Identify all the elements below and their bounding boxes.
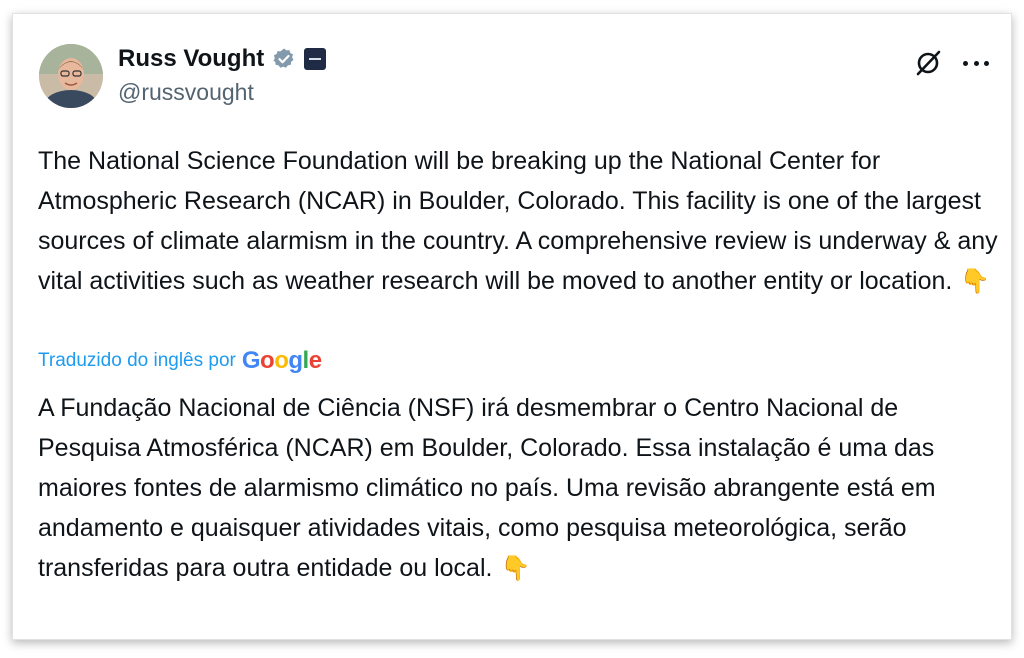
google-letter: g [288,347,303,374]
google-letter: G [241,347,261,374]
pointing-down-emoji-icon: 👇 [500,555,531,582]
more-options-icon[interactable] [963,50,989,76]
google-letter: o [260,347,275,374]
author-name[interactable]: Russ Vought [118,45,264,73]
verified-badge-icon[interactable] [272,47,296,71]
author-row: Russ Vought [118,45,327,73]
avatar[interactable] [39,44,103,108]
google-logo: Google [242,347,322,375]
translated-body: A Fundação Nacional de Ciência (NSF) irá… [38,394,936,582]
translation-attribution[interactable]: Traduzido do inglês por Google [38,347,322,375]
google-letter: o [274,347,289,374]
tweet-actions [913,48,989,78]
translated-text: A Fundação Nacional de Ciência (NSF) irá… [38,388,998,589]
tweet-body: The National Science Foundation will be … [38,147,998,295]
author-handle[interactable]: @russvought [118,79,254,106]
tweet-text: The National Science Foundation will be … [38,141,998,302]
affiliation-badge-icon[interactable] [304,48,327,70]
tweet-card: Russ Vought @russvought The National Sci… [12,13,1012,640]
google-letter: e [308,347,322,374]
grok-icon[interactable] [913,48,943,78]
translation-label[interactable]: Traduzido do inglês por [38,350,236,372]
pointing-down-emoji-icon: 👇 [960,268,991,295]
